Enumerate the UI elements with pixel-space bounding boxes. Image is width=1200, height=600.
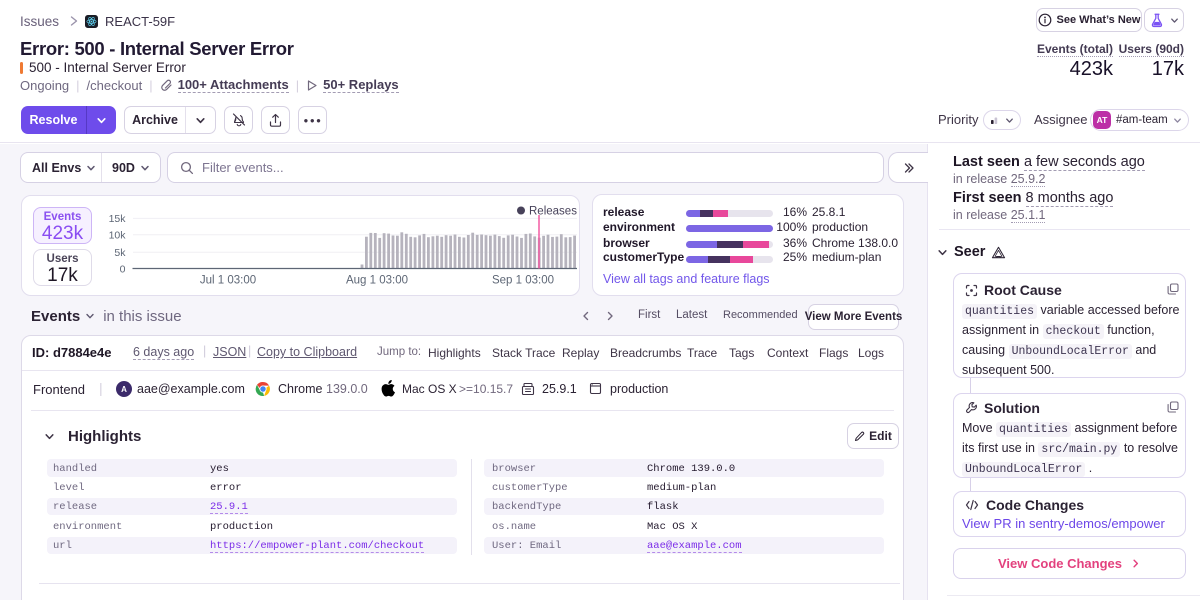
svg-text:0: 0	[120, 263, 126, 275]
svg-text:Aug 1 03:00: Aug 1 03:00	[346, 275, 408, 287]
svg-text:Releases: Releases	[529, 206, 577, 218]
svg-text:5k: 5k	[114, 247, 126, 259]
svg-text:Sep 1 03:00: Sep 1 03:00	[492, 275, 554, 287]
svg-text:Jul 1 03:00: Jul 1 03:00	[200, 275, 256, 287]
svg-text:15k: 15k	[109, 213, 127, 225]
svg-text:10k: 10k	[109, 230, 127, 242]
